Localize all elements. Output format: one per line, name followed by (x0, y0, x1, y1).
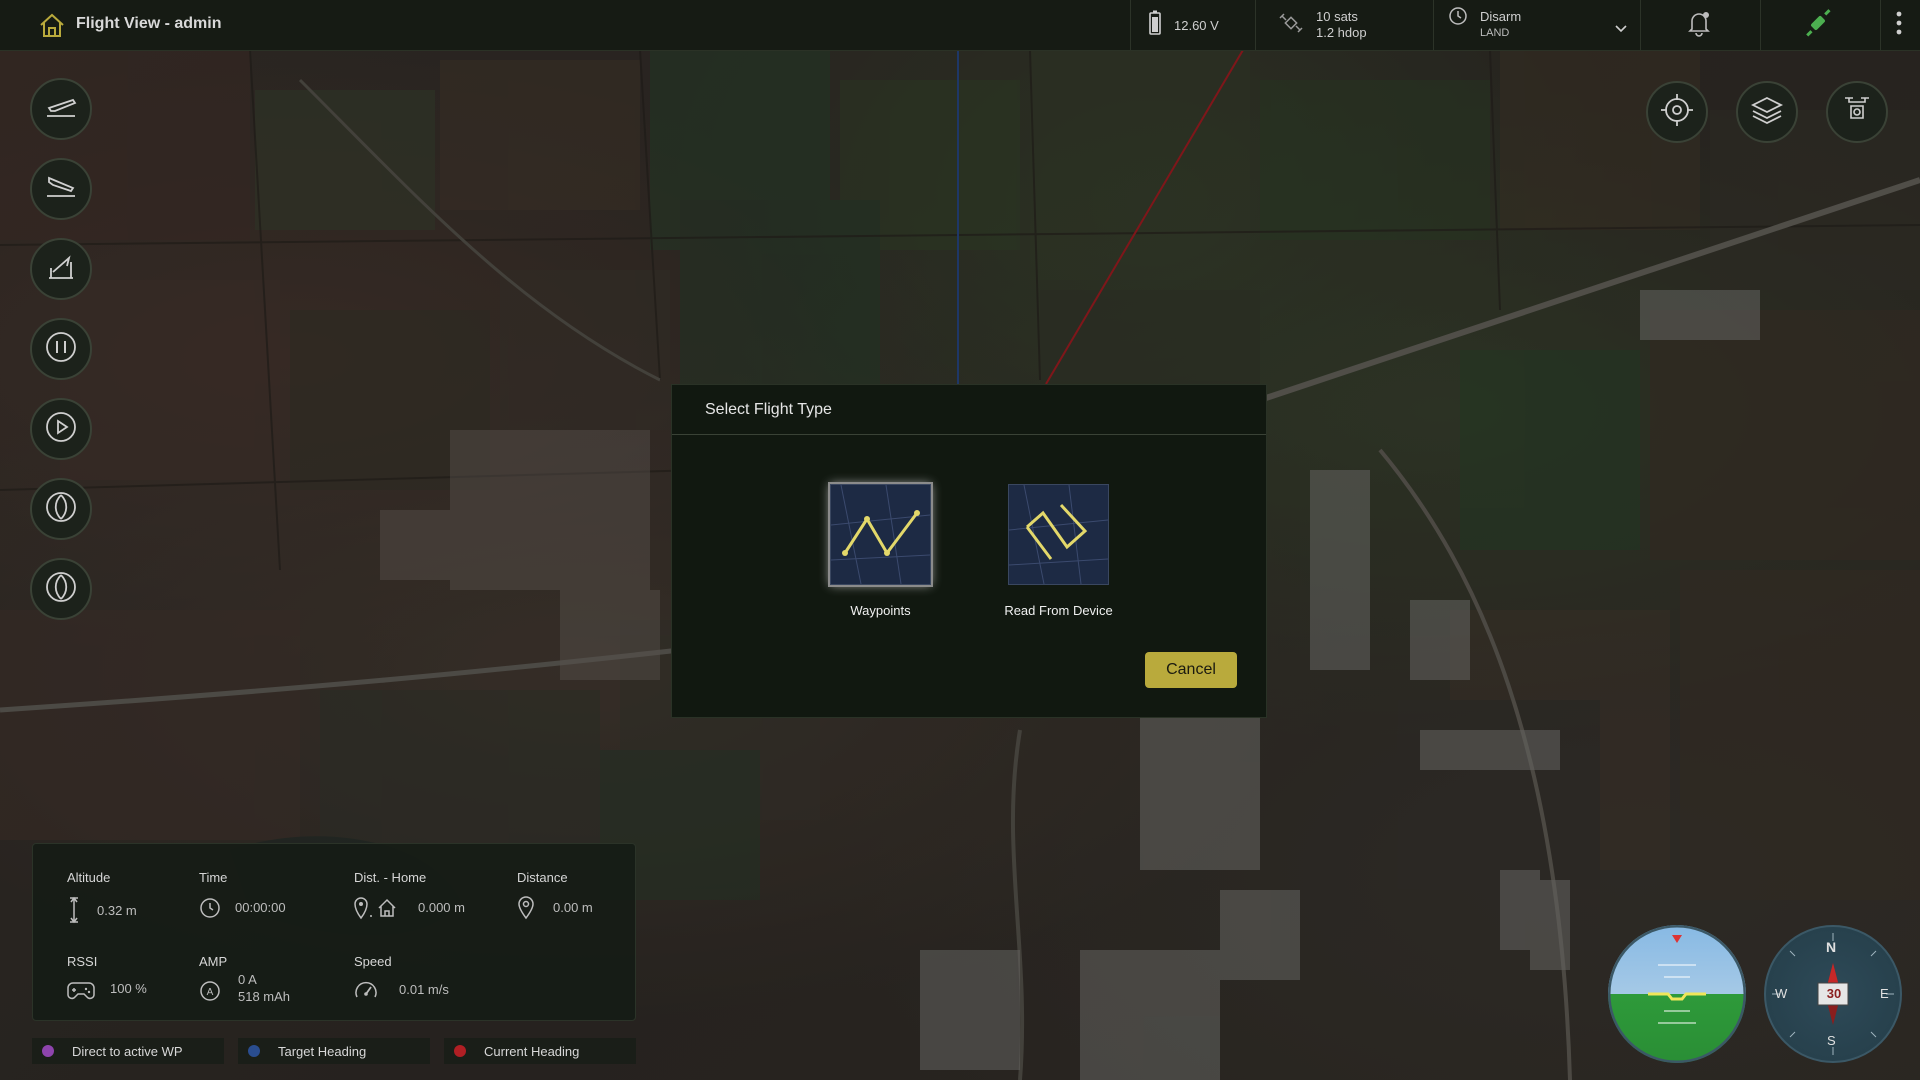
home-icon[interactable] (38, 12, 66, 43)
select-flight-type-dialog: Select Flight Type Waypoints Read From D… (671, 384, 1267, 718)
flight-mode: LAND (1480, 27, 1510, 39)
altitude-value: 0.32 m (97, 903, 137, 918)
cancel-button[interactable]: Cancel (1145, 652, 1237, 688)
amp-capacity-value: 518 mAh (238, 989, 291, 1004)
return-to-launch-button[interactable] (30, 238, 92, 300)
dist-home-value: 0.000 m (418, 900, 465, 915)
flight-type-label: Read From Device (1004, 603, 1113, 618)
takeoff-button[interactable] (30, 78, 92, 140)
dialog-title: Select Flight Type (705, 401, 832, 418)
gamepad-icon (67, 979, 95, 1006)
time-label: Time (199, 870, 228, 885)
return-home-icon (43, 252, 79, 287)
compass-south: S (1827, 1033, 1836, 1048)
altitude-icon (67, 896, 81, 929)
location-pin-icon (517, 896, 535, 925)
legend-dot (248, 1045, 260, 1057)
attitude-indicator (1608, 925, 1746, 1063)
dialog-divider (672, 434, 1266, 435)
rotate-icon (44, 490, 78, 529)
page-title: Flight View - admin (76, 15, 222, 32)
arm-state: Disarm (1480, 9, 1522, 24)
legend-label: Target Heading (278, 1043, 367, 1059)
rotate-right-button[interactable] (30, 558, 92, 620)
rotate-icon (44, 570, 78, 609)
battery-status: 12.60 V (1148, 0, 1219, 50)
drone-camera-button[interactable] (1826, 81, 1888, 143)
rotate-left-button[interactable] (30, 478, 92, 540)
kebab-menu-icon (1895, 10, 1903, 41)
layers-icon (1749, 92, 1785, 133)
time-value: 00:00:00 (235, 900, 286, 915)
compass-west: W (1775, 986, 1788, 1001)
crosshair-icon (1659, 92, 1695, 133)
dist-home-label: Dist. - Home (354, 870, 427, 885)
rssi-value: 100 % (110, 981, 147, 996)
compass-heading-value: 30 (1826, 986, 1842, 1001)
zigzag-path-icon (830, 484, 931, 585)
land-button[interactable] (30, 158, 92, 220)
compass-east: E (1880, 986, 1889, 1001)
legend-label: Direct to active WP (72, 1043, 183, 1059)
legend-label: Current Heading (484, 1043, 580, 1059)
chevron-down-icon (1614, 21, 1628, 39)
legend-direct-wp: Direct to active WP (32, 1038, 224, 1064)
pause-button[interactable] (30, 318, 92, 380)
amp-label: AMP (199, 954, 228, 969)
notifications-button[interactable] (1686, 0, 1712, 50)
gps-sats: 10 sats (1316, 9, 1358, 24)
distance-value: 0.00 m (553, 900, 593, 915)
connected-plug-icon (1802, 7, 1834, 44)
rssi-label: RSSI (67, 954, 98, 969)
map-layers-button[interactable] (1736, 81, 1798, 143)
clock-mode-icon (1448, 6, 1468, 31)
bell-icon (1686, 9, 1712, 42)
takeoff-icon (43, 92, 79, 127)
clock-icon (199, 897, 221, 924)
pin-home-icon (353, 896, 399, 925)
legend-dot (42, 1045, 54, 1057)
battery-voltage: 12.60 V (1174, 17, 1219, 33)
top-bar: Flight View - admin 12.60 V 10 sats 1.2 … (0, 0, 1920, 51)
speed-label: Speed (354, 954, 392, 969)
gps-status: 10 sats 1.2 hdop (1278, 0, 1367, 50)
battery-icon (1148, 10, 1162, 41)
distance-label: Distance (517, 870, 568, 885)
ampere-icon: A (199, 980, 221, 1007)
flight-type-label: Waypoints (850, 603, 911, 618)
legend-target-heading: Target Heading (238, 1038, 430, 1064)
more-menu-button[interactable] (1895, 0, 1903, 50)
connection-button[interactable] (1802, 0, 1834, 50)
speed-value: 0.01 m/s (399, 982, 449, 997)
landing-icon (43, 172, 79, 207)
svg-text:A: A (207, 987, 214, 998)
center-location-button[interactable] (1646, 81, 1708, 143)
pause-icon (44, 330, 78, 369)
satellite-icon (1278, 10, 1304, 41)
amp-current-value: 0 A (238, 972, 257, 987)
arm-mode-dropdown[interactable]: Disarm LAND (1448, 0, 1638, 50)
flight-type-waypoints[interactable]: Waypoints (830, 484, 931, 618)
play-button[interactable] (30, 398, 92, 460)
gps-hdop: 1.2 hdop (1316, 25, 1367, 40)
drone-icon (1839, 92, 1875, 133)
compass-north: N (1826, 939, 1837, 955)
play-icon (44, 410, 78, 449)
legend-dot (454, 1045, 466, 1057)
loop-path-icon (1008, 484, 1109, 585)
speedometer-icon (354, 980, 378, 1007)
altitude-label: Altitude (67, 870, 111, 885)
legend-current-heading: Current Heading (444, 1038, 636, 1064)
flight-type-read-from-device[interactable]: Read From Device (1004, 484, 1113, 618)
telemetry-panel: Altitude 0.32 m Time 00:00:00 Dist. - Ho… (32, 843, 636, 1021)
compass: N S W E 30 (1764, 925, 1902, 1063)
